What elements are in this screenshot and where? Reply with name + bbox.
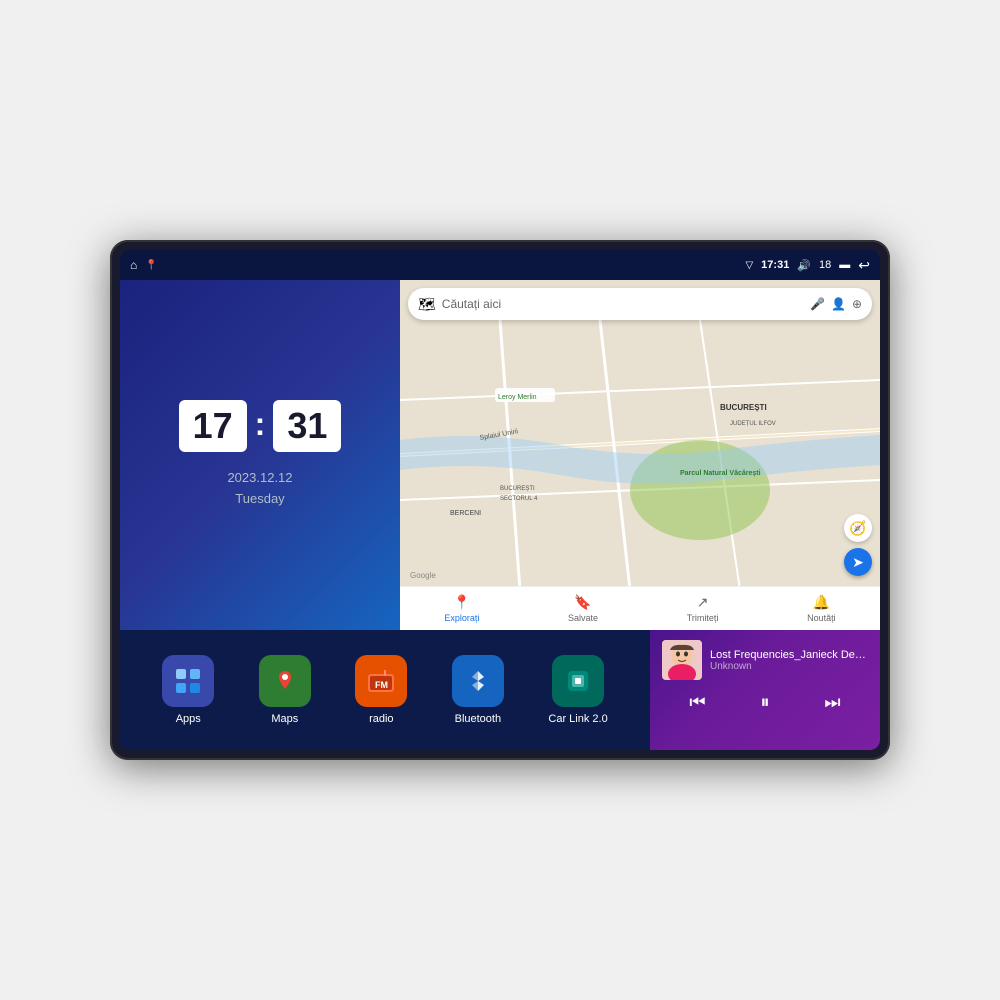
screen: ⌂ 📍 ▽ 17:31 🔊 18 ▬ ↩ 17 : [120, 250, 880, 750]
time-display: 17:31 [761, 259, 789, 271]
music-panel: Lost Frequencies_Janieck Devy-... Unknow… [650, 630, 880, 750]
bluetooth-label: Bluetooth [455, 713, 501, 725]
send-icon: ↗ [697, 594, 709, 611]
news-label: Noutăți [807, 613, 836, 623]
account-icon[interactable]: 👤 [831, 297, 846, 311]
google-maps-icon: 🗺 [418, 296, 436, 313]
maps-pin-icon[interactable]: 📍 [145, 260, 157, 271]
svg-text:BUCUREȘTI: BUCUREȘTI [500, 486, 535, 492]
home-icon[interactable]: ⌂ [130, 258, 137, 272]
clock-panel: 17 : 31 2023.12.12 Tuesday [120, 280, 400, 630]
status-left: ⌂ 📍 [130, 258, 158, 272]
apps-label: Apps [176, 713, 201, 725]
app-item-maps[interactable]: Maps [259, 655, 311, 725]
map-nav-saved[interactable]: 🔖 Salvate [568, 594, 598, 623]
apps-panel: Apps Maps [120, 630, 650, 750]
radio-icon: FM [355, 655, 407, 707]
compass-button[interactable]: 🧭 [844, 514, 872, 542]
music-controls: ⏮ ⏸ ⏭ [662, 688, 868, 717]
status-right: ▽ 17:31 🔊 18 ▬ ↩ [745, 257, 870, 274]
clock-display: 17 : 31 [179, 400, 342, 452]
news-icon: 🔔 [813, 594, 830, 611]
map-bottom-bar: 📍 Explorați 🔖 Salvate ↗ Trimiteți 🔔 [400, 586, 880, 630]
clock-hours: 17 [179, 400, 247, 452]
saved-icon: 🔖 [574, 594, 591, 611]
svg-text:BERCENI: BERCENI [450, 510, 481, 517]
back-icon[interactable]: ↩ [858, 257, 870, 274]
music-title: Lost Frequencies_Janieck Devy-... [710, 649, 868, 661]
voice-search-icon[interactable]: 🎤 [810, 297, 825, 311]
radio-label: radio [369, 713, 393, 725]
apps-icon [162, 655, 214, 707]
clock-date: 2023.12.12 Tuesday [227, 468, 292, 510]
clock-separator: : [255, 406, 266, 443]
prev-button[interactable]: ⏮ [679, 688, 715, 717]
explore-icon: 📍 [453, 594, 470, 611]
status-bar: ⌂ 📍 ▽ 17:31 🔊 18 ▬ ↩ [120, 250, 880, 280]
app-item-bluetooth[interactable]: Bluetooth [452, 655, 504, 725]
map-nav-send[interactable]: ↗ Trimiteți [687, 594, 719, 623]
svg-text:SECTORUL 4: SECTORUL 4 [500, 496, 538, 502]
signal-icon: ▽ [745, 260, 753, 271]
location-button[interactable]: ➤ [844, 548, 872, 576]
top-section: 17 : 31 2023.12.12 Tuesday [120, 280, 880, 630]
volume-icon: 🔊 [797, 259, 811, 272]
battery-icon: ▬ [839, 259, 850, 271]
svg-text:FM: FM [375, 680, 388, 690]
svg-text:BUCUREȘTI: BUCUREȘTI [720, 403, 767, 412]
music-thumbnail [662, 640, 702, 680]
bluetooth-icon [452, 655, 504, 707]
carlink-label: Car Link 2.0 [548, 713, 607, 725]
main-content: 17 : 31 2023.12.12 Tuesday [120, 280, 880, 750]
bottom-section: Apps Maps [120, 630, 880, 750]
maps-label: Maps [271, 713, 298, 725]
music-text: Lost Frequencies_Janieck Devy-... Unknow… [710, 649, 868, 672]
map-search-bar[interactable]: 🗺 Căutați aici 🎤 👤 ⊕ [408, 288, 872, 320]
clock-minutes: 31 [273, 400, 341, 452]
device: ⌂ 📍 ▽ 17:31 🔊 18 ▬ ↩ 17 : [110, 240, 890, 760]
volume-level: 18 [819, 259, 831, 271]
send-label: Trimiteți [687, 613, 719, 623]
map-svg: Parcul Natural Văcărești BUCUREȘTI JUDEȚ… [400, 280, 880, 630]
svg-text:Leroy Merlin: Leroy Merlin [498, 394, 537, 401]
app-item-apps[interactable]: Apps [162, 655, 214, 725]
music-artist: Unknown [710, 661, 868, 672]
svg-text:Google: Google [410, 571, 436, 580]
next-button[interactable]: ⏭ [814, 688, 850, 717]
maps-icon [259, 655, 311, 707]
layers-icon[interactable]: ⊕ [852, 297, 862, 311]
play-pause-button[interactable]: ⏸ [750, 688, 779, 717]
explore-label: Explorați [444, 613, 479, 623]
search-text[interactable]: Căutați aici [442, 297, 804, 311]
app-item-radio[interactable]: FM radio [355, 655, 407, 725]
album-art [662, 640, 702, 680]
svg-text:Parcul Natural Văcărești: Parcul Natural Văcărești [680, 470, 761, 477]
app-item-carlink[interactable]: Car Link 2.0 [548, 655, 607, 725]
saved-label: Salvate [568, 613, 598, 623]
carlink-icon [552, 655, 604, 707]
map-nav-explore[interactable]: 📍 Explorați [444, 594, 479, 623]
map-search-actions: 🎤 👤 ⊕ [810, 297, 862, 311]
music-info: Lost Frequencies_Janieck Devy-... Unknow… [662, 640, 868, 680]
map-nav-news[interactable]: 🔔 Noutăți [807, 594, 836, 623]
svg-text:JUDEȚUL ILFOV: JUDEȚUL ILFOV [730, 421, 776, 427]
map-panel[interactable]: Parcul Natural Văcărești BUCUREȘTI JUDEȚ… [400, 280, 880, 630]
